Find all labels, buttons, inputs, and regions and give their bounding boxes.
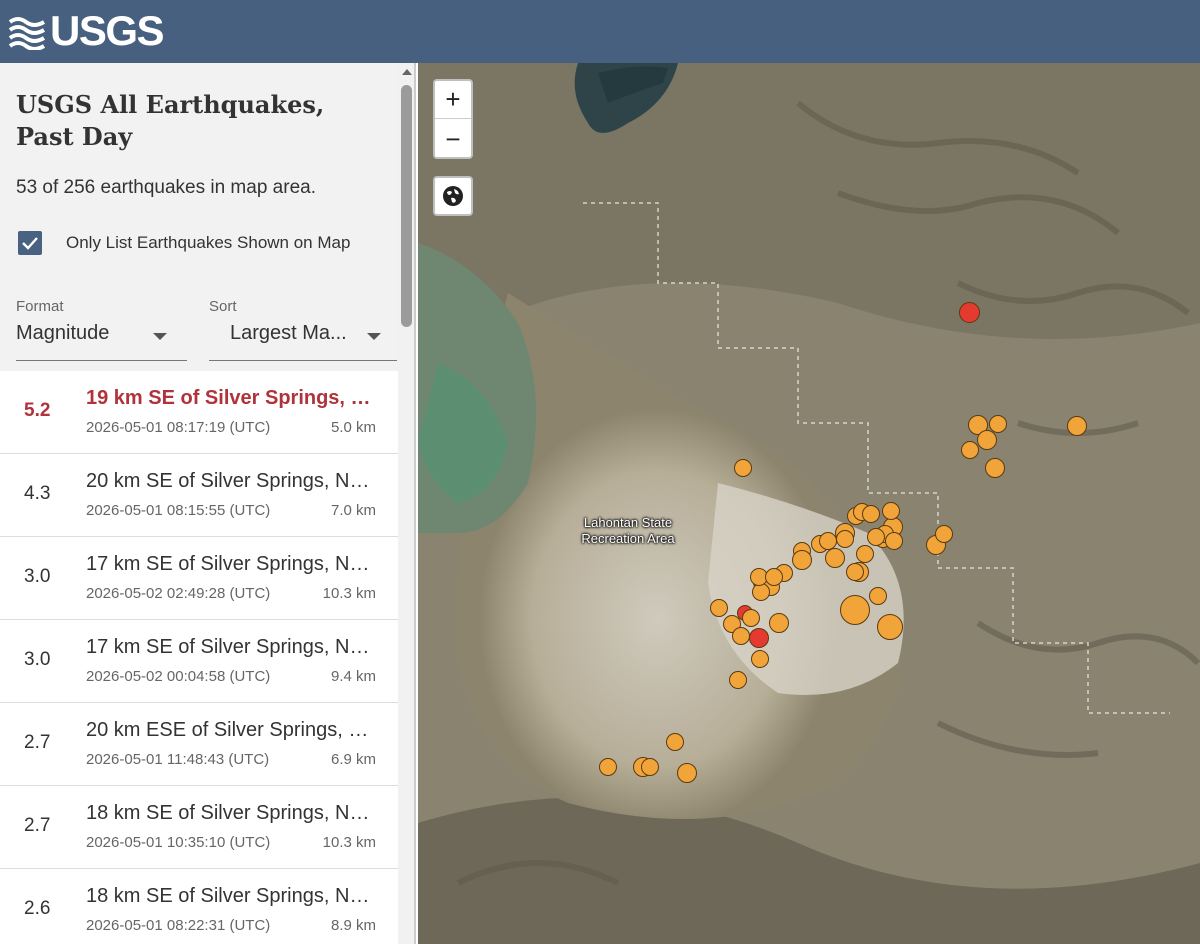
magnitude: 4.3 — [24, 483, 51, 504]
earthquake-list-item[interactable]: 2.7 20 km ESE of Silver Springs, Nevada … — [0, 703, 398, 786]
earthquake-time: 2026-05-02 02:49:28 (UTC) — [86, 585, 271, 602]
earthquake-marker[interactable] — [885, 532, 903, 550]
earthquake-count: 53 of 256 earthquakes in map area. — [16, 177, 316, 198]
sort-select-value: Largest Ma... — [230, 322, 347, 344]
earthquake-marker[interactable] — [882, 502, 900, 520]
feed-settings-panel: USGS All Earthquakes, Past Day 53 of 256… — [0, 63, 398, 371]
earthquake-marker[interactable] — [1067, 416, 1087, 436]
earthquake-marker[interactable] — [666, 733, 684, 751]
basemap-layers-button[interactable] — [433, 176, 473, 216]
earthquake-list: 5.2 19 km SE of Silver Springs, Nevada 2… — [0, 371, 398, 944]
earthquake-marker[interactable] — [862, 505, 880, 523]
earthquake-marker[interactable] — [977, 430, 997, 450]
earthquake-marker[interactable] — [836, 530, 854, 548]
caret-down-icon — [153, 333, 167, 340]
earthquake-list-item[interactable]: 5.2 19 km SE of Silver Springs, Nevada 2… — [0, 371, 398, 454]
earthquake-location: 17 km SE of Silver Springs, Nevada — [86, 636, 376, 658]
earthquake-list-item[interactable]: 4.3 20 km SE of Silver Springs, Nevada 2… — [0, 454, 398, 537]
scrollbar-thumb[interactable] — [401, 85, 412, 327]
usgs-wave-icon — [8, 12, 46, 51]
earthquake-time: 2026-05-01 08:22:31 (UTC) — [86, 917, 271, 934]
format-select[interactable]: Format Magnitude — [16, 295, 187, 361]
earthquake-marker[interactable] — [732, 627, 750, 645]
earthquake-marker[interactable] — [742, 609, 760, 627]
earthquake-time: 2026-05-02 00:04:58 (UTC) — [86, 668, 271, 685]
scroll-up-arrow-icon[interactable] — [402, 69, 412, 75]
earthquake-location: 20 km SE of Silver Springs, Nevada — [86, 470, 376, 492]
earthquake-time: 2026-05-01 08:17:19 (UTC) — [86, 419, 271, 436]
earthquake-marker[interactable] — [792, 550, 812, 570]
earthquake-location: 18 km SE of Silver Springs, Nevada — [86, 802, 376, 824]
place-label: Lahontan State Recreation Area — [581, 515, 675, 546]
satellite-basemap — [418, 63, 1200, 944]
usgs-logo[interactable]: USGS — [8, 7, 165, 54]
zoom-control: + − — [433, 79, 473, 159]
globe-icon — [443, 186, 463, 206]
earthquake-location: 19 km SE of Silver Springs, Nevada — [86, 387, 376, 409]
earthquake-marker[interactable] — [840, 595, 870, 625]
earthquake-marker-recent[interactable] — [958, 301, 980, 323]
magnitude: 2.7 — [24, 732, 51, 753]
earthquake-marker[interactable] — [599, 758, 617, 776]
earthquake-marker[interactable] — [867, 528, 885, 546]
earthquake-depth: 10.3 km — [322, 585, 376, 602]
only-list-toggle[interactable]: Only List Earthquakes Shown on Map — [18, 231, 350, 255]
earthquake-marker[interactable] — [769, 613, 789, 633]
earthquake-marker[interactable] — [846, 563, 864, 581]
earthquake-list-item[interactable]: 3.0 17 km SE of Silver Springs, Nevada 2… — [0, 537, 398, 620]
earthquake-list-item[interactable]: 2.6 18 km SE of Silver Springs, Nevada 2… — [0, 869, 398, 944]
earthquake-depth: 10.3 km — [322, 834, 376, 851]
only-list-label: Only List Earthquakes Shown on Map — [66, 233, 351, 252]
earthquake-time: 2026-05-01 08:15:55 (UTC) — [86, 502, 271, 519]
earthquake-location: 20 km ESE of Silver Springs, Nevada — [86, 719, 376, 741]
earthquake-time: 2026-05-01 11:48:43 (UTC) — [86, 751, 270, 768]
magnitude: 3.0 — [24, 649, 51, 670]
earthquake-list-item[interactable]: 3.0 17 km SE of Silver Springs, Nevada 2… — [0, 620, 398, 703]
earthquake-time: 2026-05-01 10:35:10 (UTC) — [86, 834, 271, 851]
sidebar-scrollbar[interactable] — [398, 63, 414, 944]
caret-down-icon — [367, 333, 381, 340]
magnitude: 3.0 — [24, 566, 51, 587]
magnitude: 2.7 — [24, 815, 51, 836]
earthquake-marker[interactable] — [935, 525, 953, 543]
earthquake-list-item[interactable]: 2.7 18 km SE of Silver Springs, Nevada 2… — [0, 786, 398, 869]
earthquake-marker[interactable] — [710, 599, 728, 617]
format-select-value: Magnitude — [16, 322, 110, 344]
earthquake-marker[interactable] — [825, 548, 845, 568]
magnitude: 2.6 — [24, 898, 51, 919]
only-list-checkbox[interactable] — [18, 231, 42, 255]
sidebar: USGS All Earthquakes, Past Day 53 of 256… — [0, 63, 416, 944]
usgs-logo-text: USGS — [50, 7, 165, 54]
earthquake-location: 17 km SE of Silver Springs, Nevada — [86, 553, 376, 575]
earthquake-map[interactable]: Lahontan State Recreation Area + − — [418, 63, 1200, 944]
earthquake-marker[interactable] — [729, 671, 747, 689]
earthquake-marker[interactable] — [856, 545, 874, 563]
earthquake-depth: 8.9 km — [330, 917, 376, 934]
sort-select[interactable]: Sort Largest Ma... — [209, 295, 397, 361]
earthquake-depth: 7.0 km — [330, 502, 376, 519]
sort-select-label: Sort — [209, 298, 237, 315]
earthquake-marker[interactable] — [765, 568, 783, 586]
zoom-out-button[interactable]: − — [435, 120, 471, 158]
earthquake-depth: 5.0 km — [330, 419, 376, 436]
site-header: USGS — [0, 0, 1200, 63]
checkmark-icon — [22, 237, 38, 250]
earthquake-marker[interactable] — [985, 458, 1005, 478]
earthquake-marker[interactable] — [869, 587, 887, 605]
magnitude: 5.2 — [24, 400, 51, 421]
format-select-label: Format — [16, 298, 64, 315]
earthquake-marker[interactable] — [961, 441, 979, 459]
earthquake-marker[interactable] — [641, 758, 659, 776]
earthquake-marker[interactable] — [751, 650, 769, 668]
earthquake-marker[interactable] — [877, 614, 903, 640]
earthquake-location: 18 km SE of Silver Springs, Nevada — [86, 885, 376, 907]
earthquake-marker[interactable] — [734, 459, 752, 477]
earthquake-depth: 6.9 km — [330, 751, 376, 768]
zoom-in-button[interactable]: + — [435, 81, 471, 119]
feed-title: USGS All Earthquakes, Past Day — [16, 90, 325, 151]
earthquake-marker-recent[interactable] — [749, 628, 769, 648]
earthquake-depth: 9.4 km — [330, 668, 376, 685]
earthquake-marker[interactable] — [677, 763, 697, 783]
